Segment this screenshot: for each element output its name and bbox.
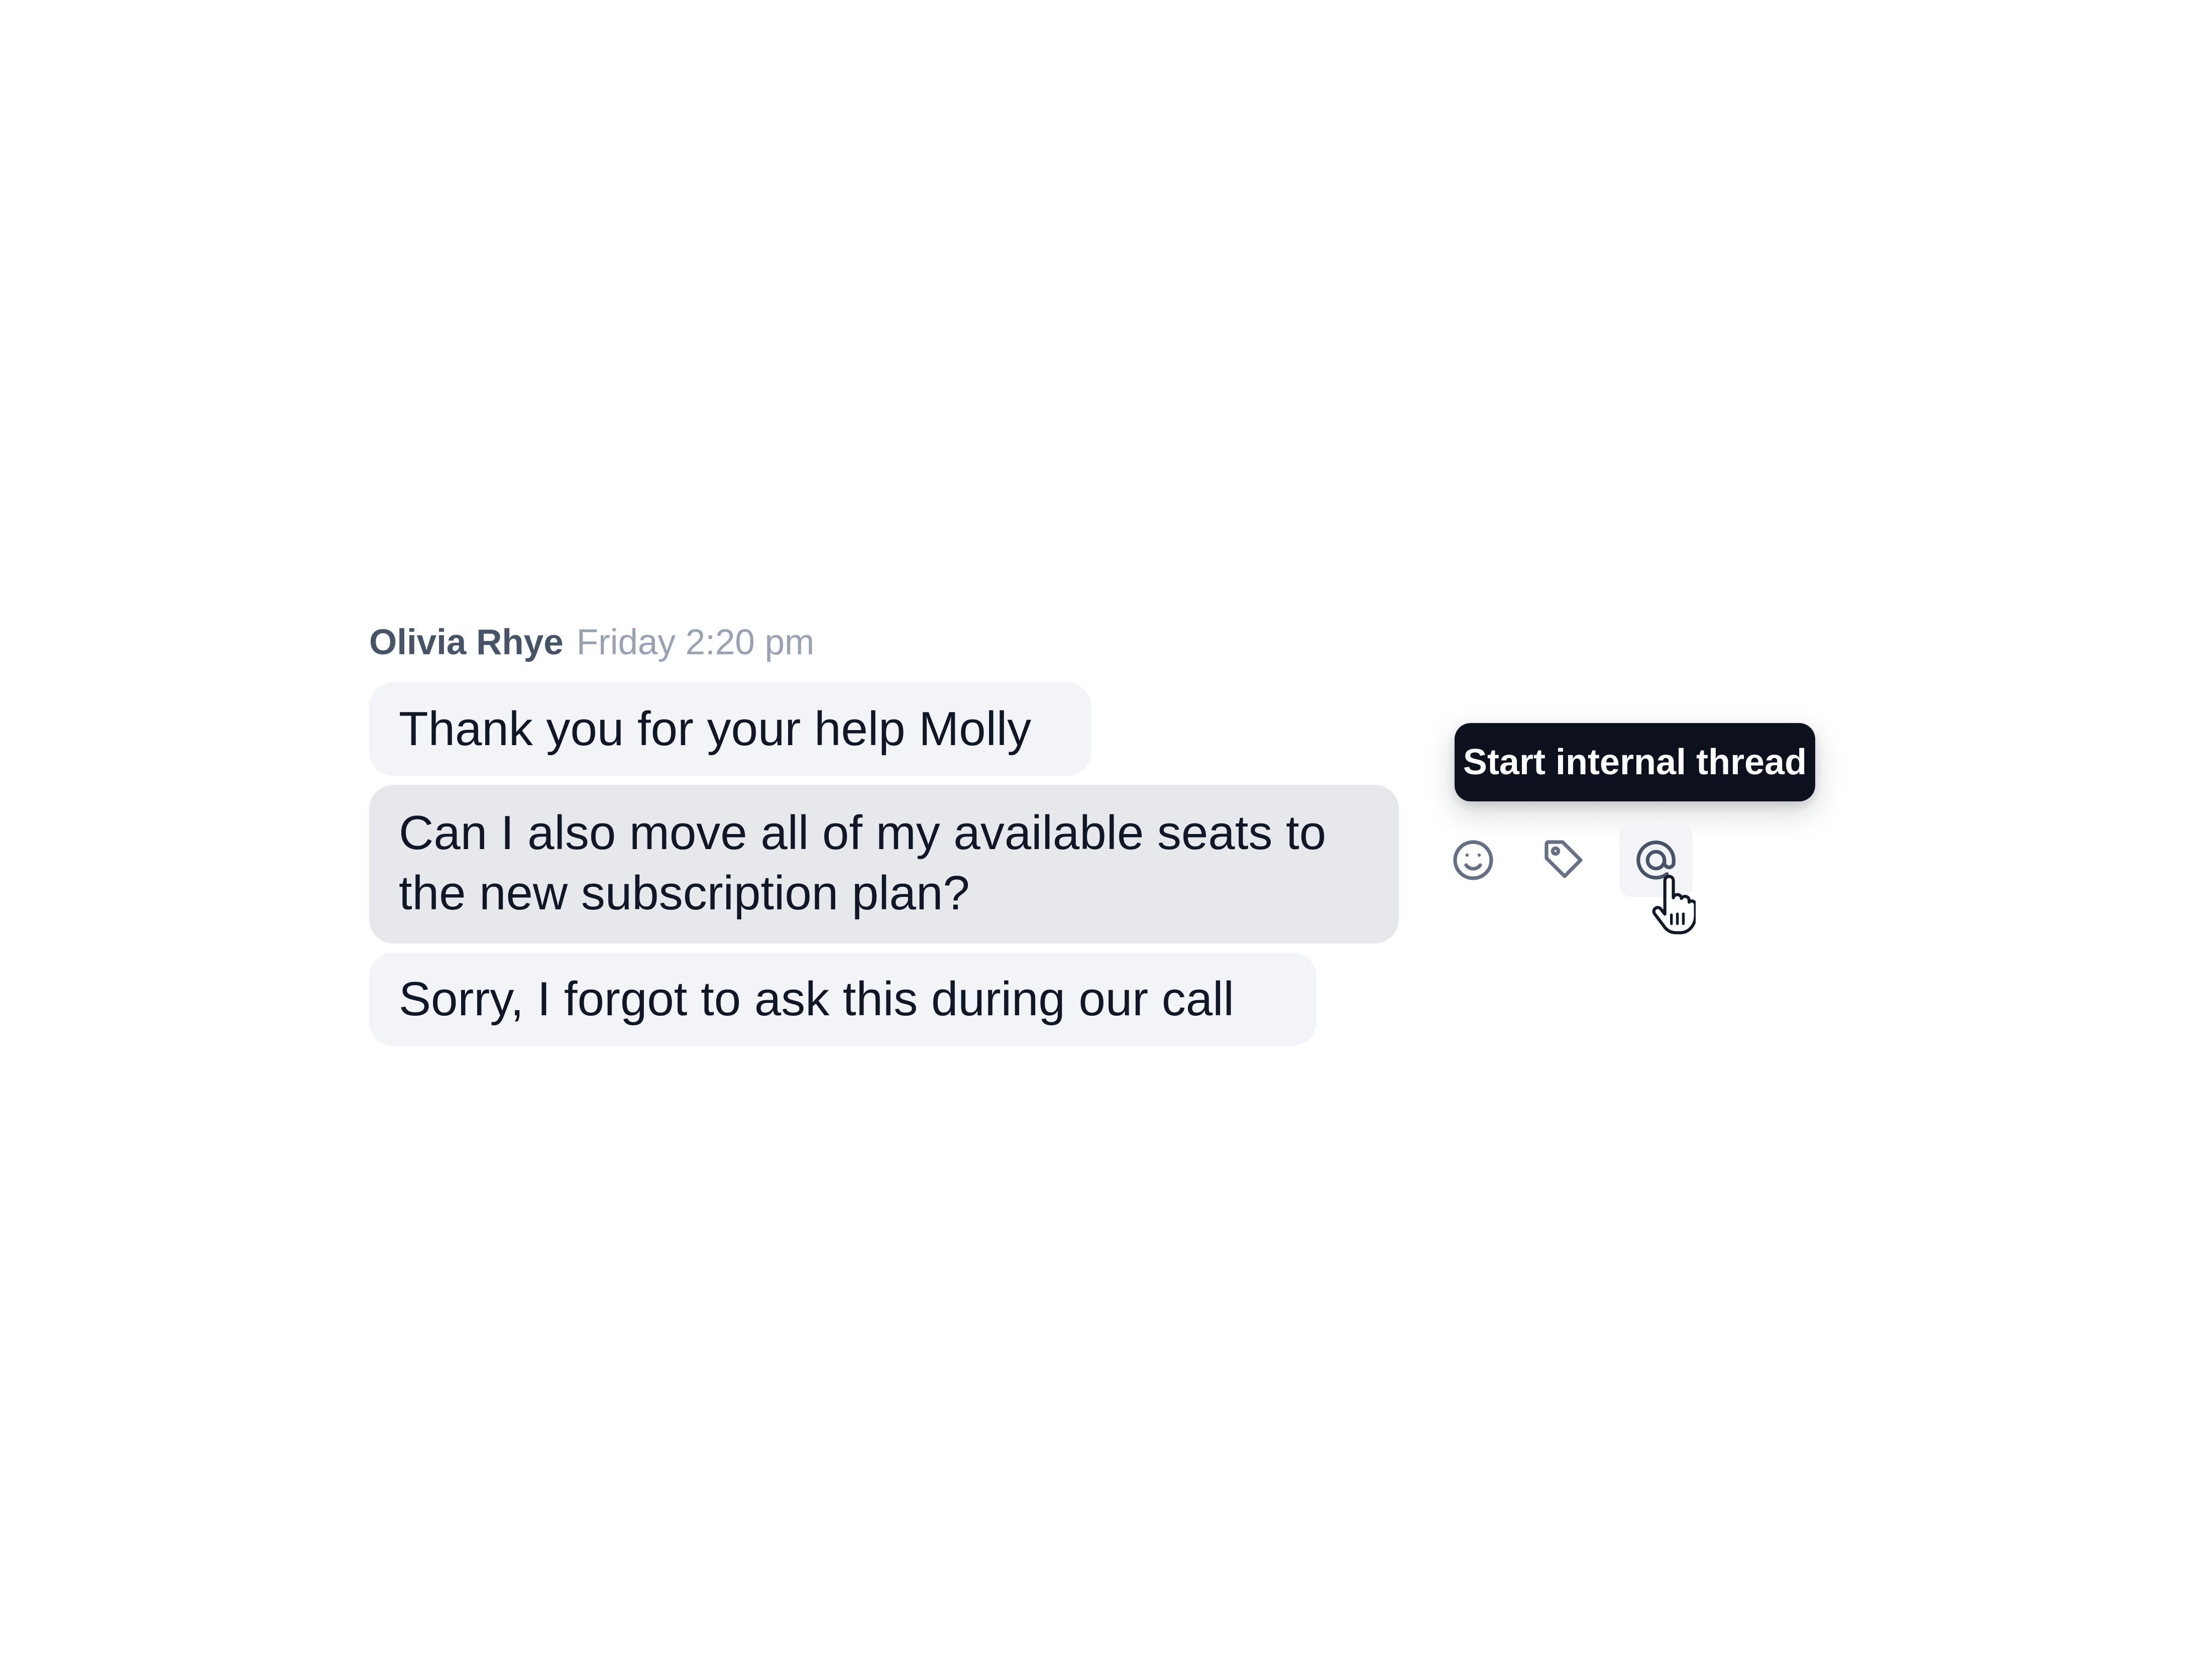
hand-cursor-icon	[1652, 875, 1696, 934]
message-bubble[interactable]: Sorry, I forgot to ask this during our c…	[369, 953, 1316, 1046]
tag-button[interactable]	[1528, 823, 1601, 897]
message-meta: Olivia Rhye Friday 2:20 pm	[369, 620, 1399, 665]
message-bubble-active[interactable]: Can I also move all of my available seat…	[369, 785, 1399, 943]
tag-icon	[1544, 840, 1583, 878]
emoji-reaction-button[interactable]	[1436, 823, 1510, 897]
smile-icon	[1453, 840, 1493, 880]
message-author: Olivia Rhye	[369, 623, 564, 662]
message-bubble[interactable]: Thank you for your help Molly	[369, 682, 1091, 776]
message-group: Olivia Rhye Friday 2:20 pm Thank you for…	[369, 620, 1399, 1055]
message-timestamp: Friday 2:20 pm	[576, 623, 815, 662]
conversation-canvas: Olivia Rhye Friday 2:20 pm Thank you for…	[0, 0, 2212, 1657]
start-thread-tooltip: Start internal thread	[1455, 723, 1815, 801]
